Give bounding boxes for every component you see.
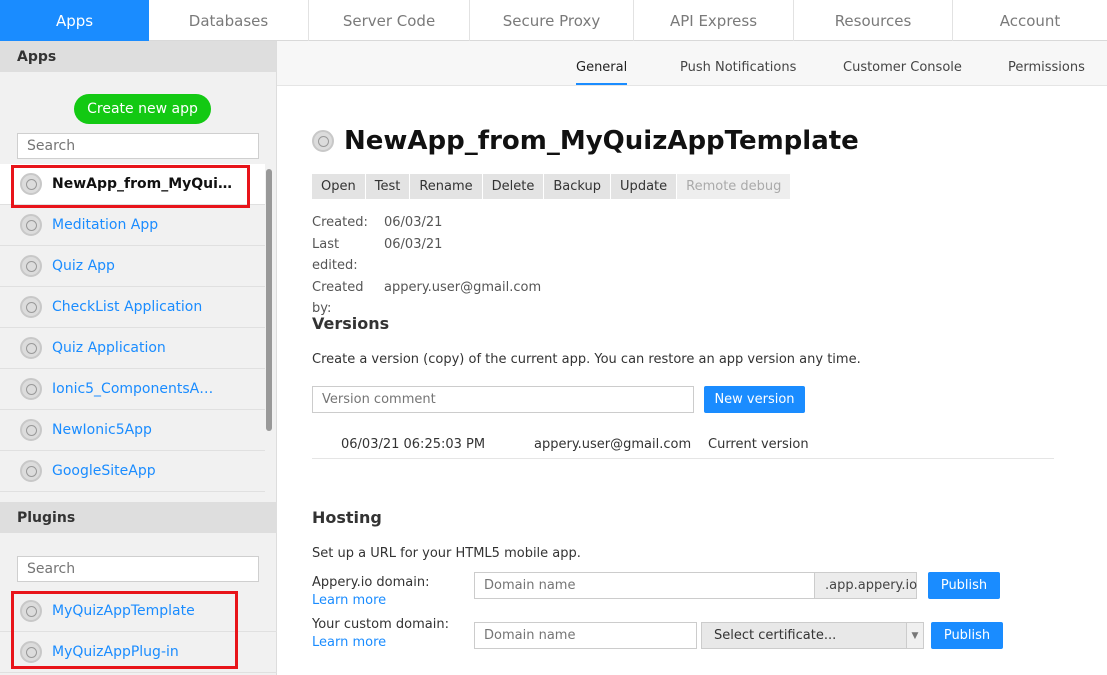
plugins-heading: Plugins bbox=[0, 502, 277, 533]
subtab-customer-console[interactable]: Customer Console bbox=[843, 60, 962, 75]
page-title: NewApp_from_MyQuizAppTemplate bbox=[344, 126, 859, 156]
certificate-select[interactable]: Select certificate... ▼ bbox=[701, 622, 924, 649]
tab-api-express[interactable]: API Express bbox=[634, 0, 794, 41]
hosting-description: Set up a URL for your HTML5 mobile app. bbox=[312, 546, 581, 561]
new-version-button[interactable]: New version bbox=[704, 386, 805, 413]
app-list-scrollbar[interactable] bbox=[266, 169, 272, 431]
create-new-app-button[interactable]: Create new app bbox=[74, 94, 211, 124]
app-item-label: GoogleSiteApp bbox=[52, 463, 156, 479]
app-item-meditation[interactable]: Meditation App bbox=[0, 205, 265, 246]
app-item-ionic5-components[interactable]: Ionic5_ComponentsA… bbox=[0, 369, 265, 410]
tab-resources[interactable]: Resources bbox=[794, 0, 953, 41]
custom-domain-input[interactable] bbox=[474, 622, 697, 649]
rename-button[interactable]: Rename bbox=[410, 174, 483, 199]
app-subtabs: General Push Notifications Customer Cons… bbox=[277, 41, 1107, 86]
created-by-value: appery.user@gmail.com bbox=[384, 279, 542, 295]
backup-button[interactable]: Backup bbox=[544, 174, 612, 199]
domain-suffix: .app.appery.io bbox=[815, 572, 917, 599]
version-comment-input[interactable] bbox=[312, 386, 694, 413]
top-navigation: Apps Databases Server Code Secure Proxy … bbox=[0, 0, 1107, 41]
subtab-general[interactable]: General bbox=[576, 60, 628, 85]
app-item-label: Quiz Application bbox=[52, 340, 166, 356]
tab-apps[interactable]: Apps bbox=[0, 0, 149, 41]
last-edited-label: Last edited: bbox=[312, 236, 358, 274]
app-item-label: NewIonic5App bbox=[52, 422, 152, 438]
app-item-googlesiteapp[interactable]: GoogleSiteApp bbox=[0, 451, 265, 492]
tab-server-code[interactable]: Server Code bbox=[309, 0, 470, 41]
publish-button[interactable]: Publish bbox=[928, 572, 1000, 599]
subtab-push-notifications[interactable]: Push Notifications bbox=[680, 60, 796, 75]
hosting-heading: Hosting bbox=[312, 508, 382, 527]
subtab-permissions[interactable]: Permissions bbox=[1008, 60, 1085, 75]
appery-domain-input[interactable] bbox=[474, 572, 815, 599]
version-date: 06/03/21 06:25:03 PM bbox=[341, 437, 486, 452]
app-action-toolbar: Open Test Rename Delete Backup Update Re… bbox=[312, 174, 792, 199]
app-icon bbox=[312, 130, 334, 152]
version-status: Current version bbox=[708, 437, 809, 452]
version-row: 06/03/21 06:25:03 PM appery.user@gmail.c… bbox=[312, 435, 1054, 459]
publish-custom-button[interactable]: Publish bbox=[931, 622, 1003, 649]
versions-heading: Versions bbox=[312, 314, 390, 333]
app-item-label: CheckList Application bbox=[52, 299, 203, 315]
created-value: 06/03/21 bbox=[384, 215, 443, 230]
versions-description: Create a version (copy) of the current a… bbox=[312, 352, 861, 367]
delete-button[interactable]: Delete bbox=[482, 174, 545, 199]
app-icon bbox=[20, 419, 42, 441]
custom-domain-label: Your custom domain: bbox=[312, 617, 449, 632]
remote-debug-button[interactable]: Remote debug bbox=[677, 174, 792, 199]
test-button[interactable]: Test bbox=[365, 174, 411, 199]
app-item-label: Ionic5_ComponentsA… bbox=[52, 381, 214, 397]
open-button[interactable]: Open bbox=[312, 174, 366, 199]
version-user: appery.user@gmail.com bbox=[534, 437, 692, 452]
certificate-select-value: Select certificate... bbox=[714, 628, 837, 643]
app-item-checklist[interactable]: CheckList Application bbox=[0, 287, 265, 328]
app-metadata: Created: 06/03/21 Last edited: 06/03/21 Cr… bbox=[312, 212, 541, 320]
app-icon bbox=[20, 214, 42, 236]
app-item-label: Quiz App bbox=[52, 258, 115, 274]
apps-heading: Apps bbox=[0, 41, 276, 72]
created-label: Created: bbox=[312, 215, 368, 230]
tab-databases[interactable]: Databases bbox=[149, 0, 309, 41]
appery-domain-label: Appery.io domain: bbox=[312, 575, 430, 590]
plugins-search-input[interactable] bbox=[17, 556, 259, 582]
tab-account[interactable]: Account bbox=[953, 0, 1107, 41]
app-icon bbox=[20, 337, 42, 359]
app-icon bbox=[20, 255, 42, 277]
update-button[interactable]: Update bbox=[611, 174, 678, 199]
app-item-quiz-application[interactable]: Quiz Application bbox=[0, 328, 265, 369]
app-icon bbox=[20, 296, 42, 318]
app-item-label: Meditation App bbox=[52, 217, 159, 233]
sidebar: Apps Create new app NewApp_from_MyQui… M… bbox=[0, 41, 277, 675]
app-item-quiz-app[interactable]: Quiz App bbox=[0, 246, 265, 287]
app-icon bbox=[20, 460, 42, 482]
apps-search-input[interactable] bbox=[17, 133, 259, 159]
last-edited-value: 06/03/21 bbox=[384, 236, 443, 252]
highlight-box-selected-app bbox=[11, 165, 250, 208]
learn-more-link[interactable]: Learn more bbox=[312, 593, 386, 608]
learn-more-link-custom[interactable]: Learn more bbox=[312, 635, 386, 650]
tab-secure-proxy[interactable]: Secure Proxy bbox=[470, 0, 634, 41]
app-item-newionic5app[interactable]: NewIonic5App bbox=[0, 410, 265, 451]
chevron-down-icon: ▼ bbox=[906, 623, 923, 648]
app-icon bbox=[20, 378, 42, 400]
highlight-box-plugins bbox=[11, 591, 238, 669]
app-list: NewApp_from_MyQui… Meditation App Quiz A… bbox=[0, 164, 265, 492]
